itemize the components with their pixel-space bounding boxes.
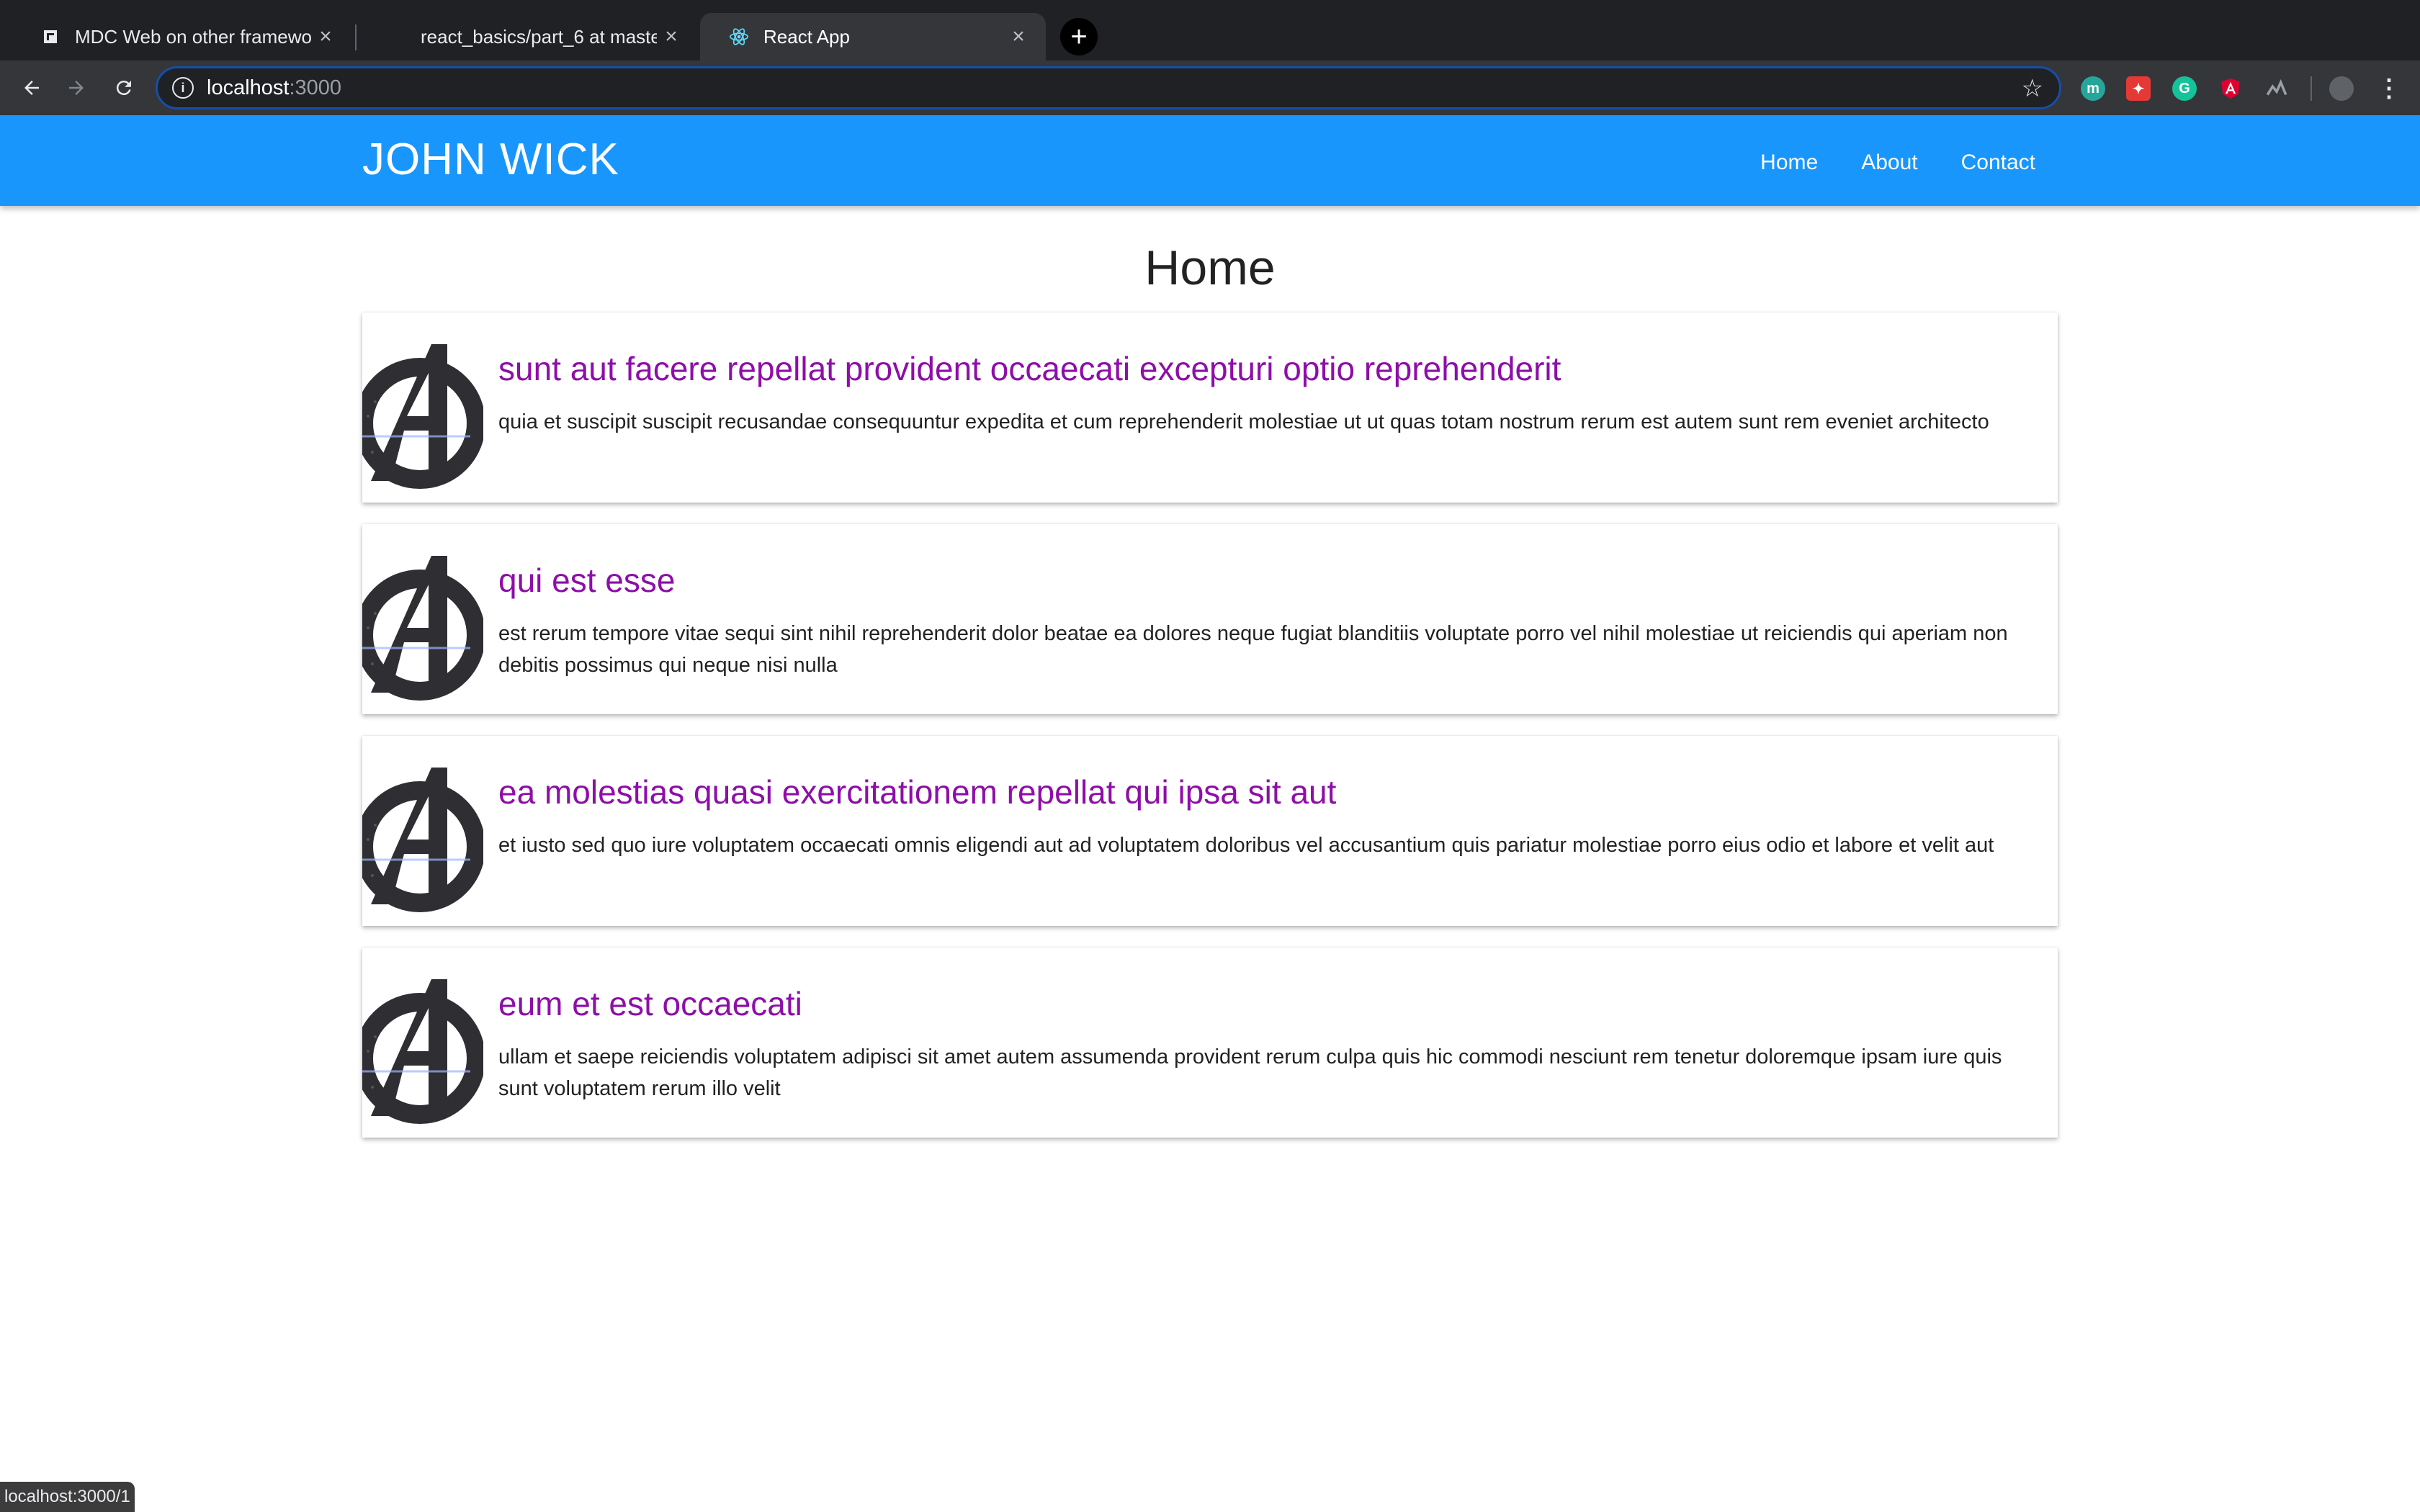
post-title[interactable]: ea molestias quasi exercitationem repell… xyxy=(498,772,1336,812)
nav-link-home[interactable]: Home xyxy=(1760,148,1818,177)
nav-link-about[interactable]: About xyxy=(1861,148,1917,177)
link-status-bubble: localhost:3000/1 xyxy=(0,1482,135,1512)
post-body: ullam et saepe reiciendis voluptatem adi… xyxy=(498,1045,2002,1100)
extension-icon[interactable]: m xyxy=(2081,76,2105,101)
extension-icon[interactable]: ✦ xyxy=(2126,76,2151,101)
tab-title: react_basics/part_6 at master xyxy=(421,25,657,48)
post-body: quia et suscipit suscipit recusandae con… xyxy=(498,410,1989,433)
avengers-logo-icon xyxy=(362,979,483,1138)
avengers-logo-icon xyxy=(362,556,483,714)
post-body: est rerum tempore vitae sequi sint nihil… xyxy=(498,622,2008,677)
post-list: sunt aut facere repellat provident occae… xyxy=(362,312,2058,1159)
address-bar[interactable]: i localhost :3000 ☆ xyxy=(156,66,2061,109)
browser-tab[interactable]: MDC Web on other frameworks × xyxy=(12,13,353,60)
tab-title: React App xyxy=(763,25,850,48)
url-port: :3000 xyxy=(289,76,342,99)
react-icon xyxy=(729,27,749,47)
menu-kebab-icon[interactable]: ⋮ xyxy=(2377,75,2401,102)
browser-tab[interactable]: react_basics/part_6 at master × xyxy=(357,13,699,60)
post-card[interactable]: sunt aut facere repellat provident occae… xyxy=(362,312,2058,503)
reload-icon[interactable] xyxy=(107,71,141,105)
close-tab-icon[interactable]: × xyxy=(311,22,340,51)
analytics-icon[interactable] xyxy=(2264,76,2289,101)
github-icon xyxy=(386,27,406,47)
forward-icon[interactable] xyxy=(59,71,94,105)
app-header: JOHN WICK Home About Contact xyxy=(0,115,2420,206)
new-tab-button[interactable]: + xyxy=(1060,18,1098,55)
tab-title: MDC Web on other frameworks xyxy=(75,25,311,48)
main-nav: Home About Contact xyxy=(1760,148,2035,177)
post-title[interactable]: sunt aut facere repellat provident occae… xyxy=(498,348,1561,389)
post-body: et iusto sed quo iure voluptatem occaeca… xyxy=(498,834,1994,857)
site-info-icon[interactable]: i xyxy=(172,77,194,99)
close-tab-icon[interactable]: × xyxy=(1004,22,1033,51)
page-title: Home xyxy=(1144,240,1276,295)
bookmark-star-icon[interactable]: ☆ xyxy=(2022,74,2043,103)
angular-icon[interactable] xyxy=(2218,76,2243,101)
browser-tab-active[interactable]: React App × xyxy=(700,13,1046,60)
brand-logo-text[interactable]: JOHN WICK xyxy=(362,134,619,186)
post-card[interactable]: ea molestias quasi exercitationem repell… xyxy=(362,736,2058,926)
tab-divider xyxy=(355,24,357,50)
url-host: localhost xyxy=(207,76,290,99)
avengers-logo-icon xyxy=(362,344,483,503)
browser-toolbar: i localhost :3000 ☆ m ✦ G ⋮ xyxy=(0,60,2420,115)
grammarly-icon[interactable]: G xyxy=(2172,76,2197,101)
avengers-logo-icon xyxy=(362,768,483,926)
post-title[interactable]: qui est esse xyxy=(498,560,675,600)
close-tab-icon[interactable]: × xyxy=(657,22,686,51)
mdc-icon xyxy=(40,27,60,47)
back-icon[interactable] xyxy=(14,71,49,105)
nav-link-contact[interactable]: Contact xyxy=(1961,148,2035,177)
post-card[interactable]: eum et est occaecati ullam et saepe reic… xyxy=(362,948,2058,1138)
post-title[interactable]: eum et est occaecati xyxy=(498,984,802,1024)
profile-avatar[interactable] xyxy=(2329,76,2354,101)
browser-tab-strip: MDC Web on other frameworks × react_basi… xyxy=(0,0,2420,62)
toolbar-divider xyxy=(2311,76,2312,101)
post-card[interactable]: qui est esse est rerum tempore vitae seq… xyxy=(362,524,2058,714)
